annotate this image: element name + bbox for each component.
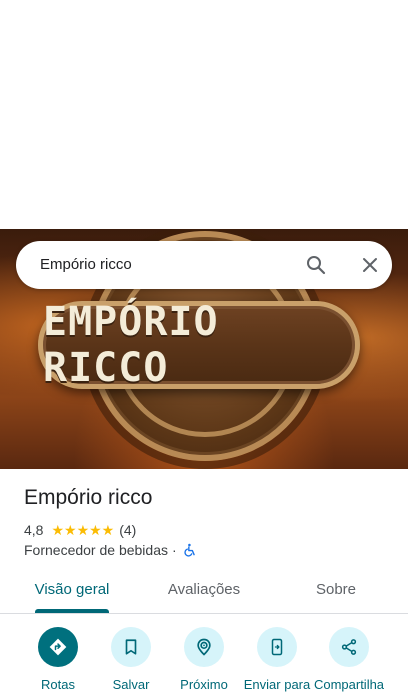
sign-plank: EMPÓRIO RICCO xyxy=(38,299,360,391)
active-tab-indicator xyxy=(35,609,109,613)
directions-label: Rotas xyxy=(41,677,75,692)
send-to-phone-button[interactable]: Enviar para xyxy=(237,627,317,692)
category-label: Fornecedor de bebidas xyxy=(24,542,168,558)
nearby-button-circle[interactable] xyxy=(184,627,224,667)
rating-value: 4,8 xyxy=(24,522,44,538)
close-icon[interactable] xyxy=(358,253,382,277)
send-to-phone-icon xyxy=(271,638,283,656)
action-bar: Rotas Salvar Próximo Enviar para Compart… xyxy=(0,627,408,698)
directions-button-circle[interactable] xyxy=(38,627,78,667)
nearby-icon xyxy=(197,638,211,656)
tab-bar: Visão geral Avaliações Sobre xyxy=(0,570,408,614)
review-count: (4) xyxy=(119,522,137,538)
nearby-label: Próximo xyxy=(180,677,228,692)
share-icon xyxy=(341,639,357,655)
directions-icon xyxy=(49,638,67,656)
nearby-button[interactable]: Próximo xyxy=(164,627,244,692)
save-label: Salvar xyxy=(112,677,150,692)
search-input[interactable]: Empório ricco xyxy=(40,241,132,289)
search-icon[interactable] xyxy=(304,253,328,277)
send-to-phone-label: Enviar para xyxy=(243,677,311,692)
rating-row[interactable]: 4,8 ★★★★★ (4) xyxy=(24,521,136,539)
wheelchair-icon xyxy=(183,543,197,557)
star-rating-icon: ★★★★★ xyxy=(51,521,115,538)
place-title: Empório ricco xyxy=(24,486,153,509)
category-row: Fornecedor de bebidas · xyxy=(24,542,197,558)
tab-reviews[interactable]: Avaliações xyxy=(156,570,252,613)
send-to-phone-button-circle[interactable] xyxy=(257,627,297,667)
tab-overview[interactable]: Visão geral xyxy=(24,570,120,613)
search-bar[interactable]: Empório ricco xyxy=(16,241,392,289)
bookmark-icon xyxy=(125,639,137,655)
share-button[interactable]: Compartilha xyxy=(309,627,389,692)
share-label: Compartilha xyxy=(313,677,385,692)
sign-text: EMPÓRIO RICCO xyxy=(43,299,219,391)
tab-about[interactable]: Sobre xyxy=(296,570,376,613)
save-button-circle[interactable] xyxy=(111,627,151,667)
separator-dot: · xyxy=(172,542,177,558)
save-button[interactable]: Salvar xyxy=(91,627,171,692)
share-button-circle[interactable] xyxy=(329,627,369,667)
directions-button[interactable]: Rotas xyxy=(18,627,98,692)
